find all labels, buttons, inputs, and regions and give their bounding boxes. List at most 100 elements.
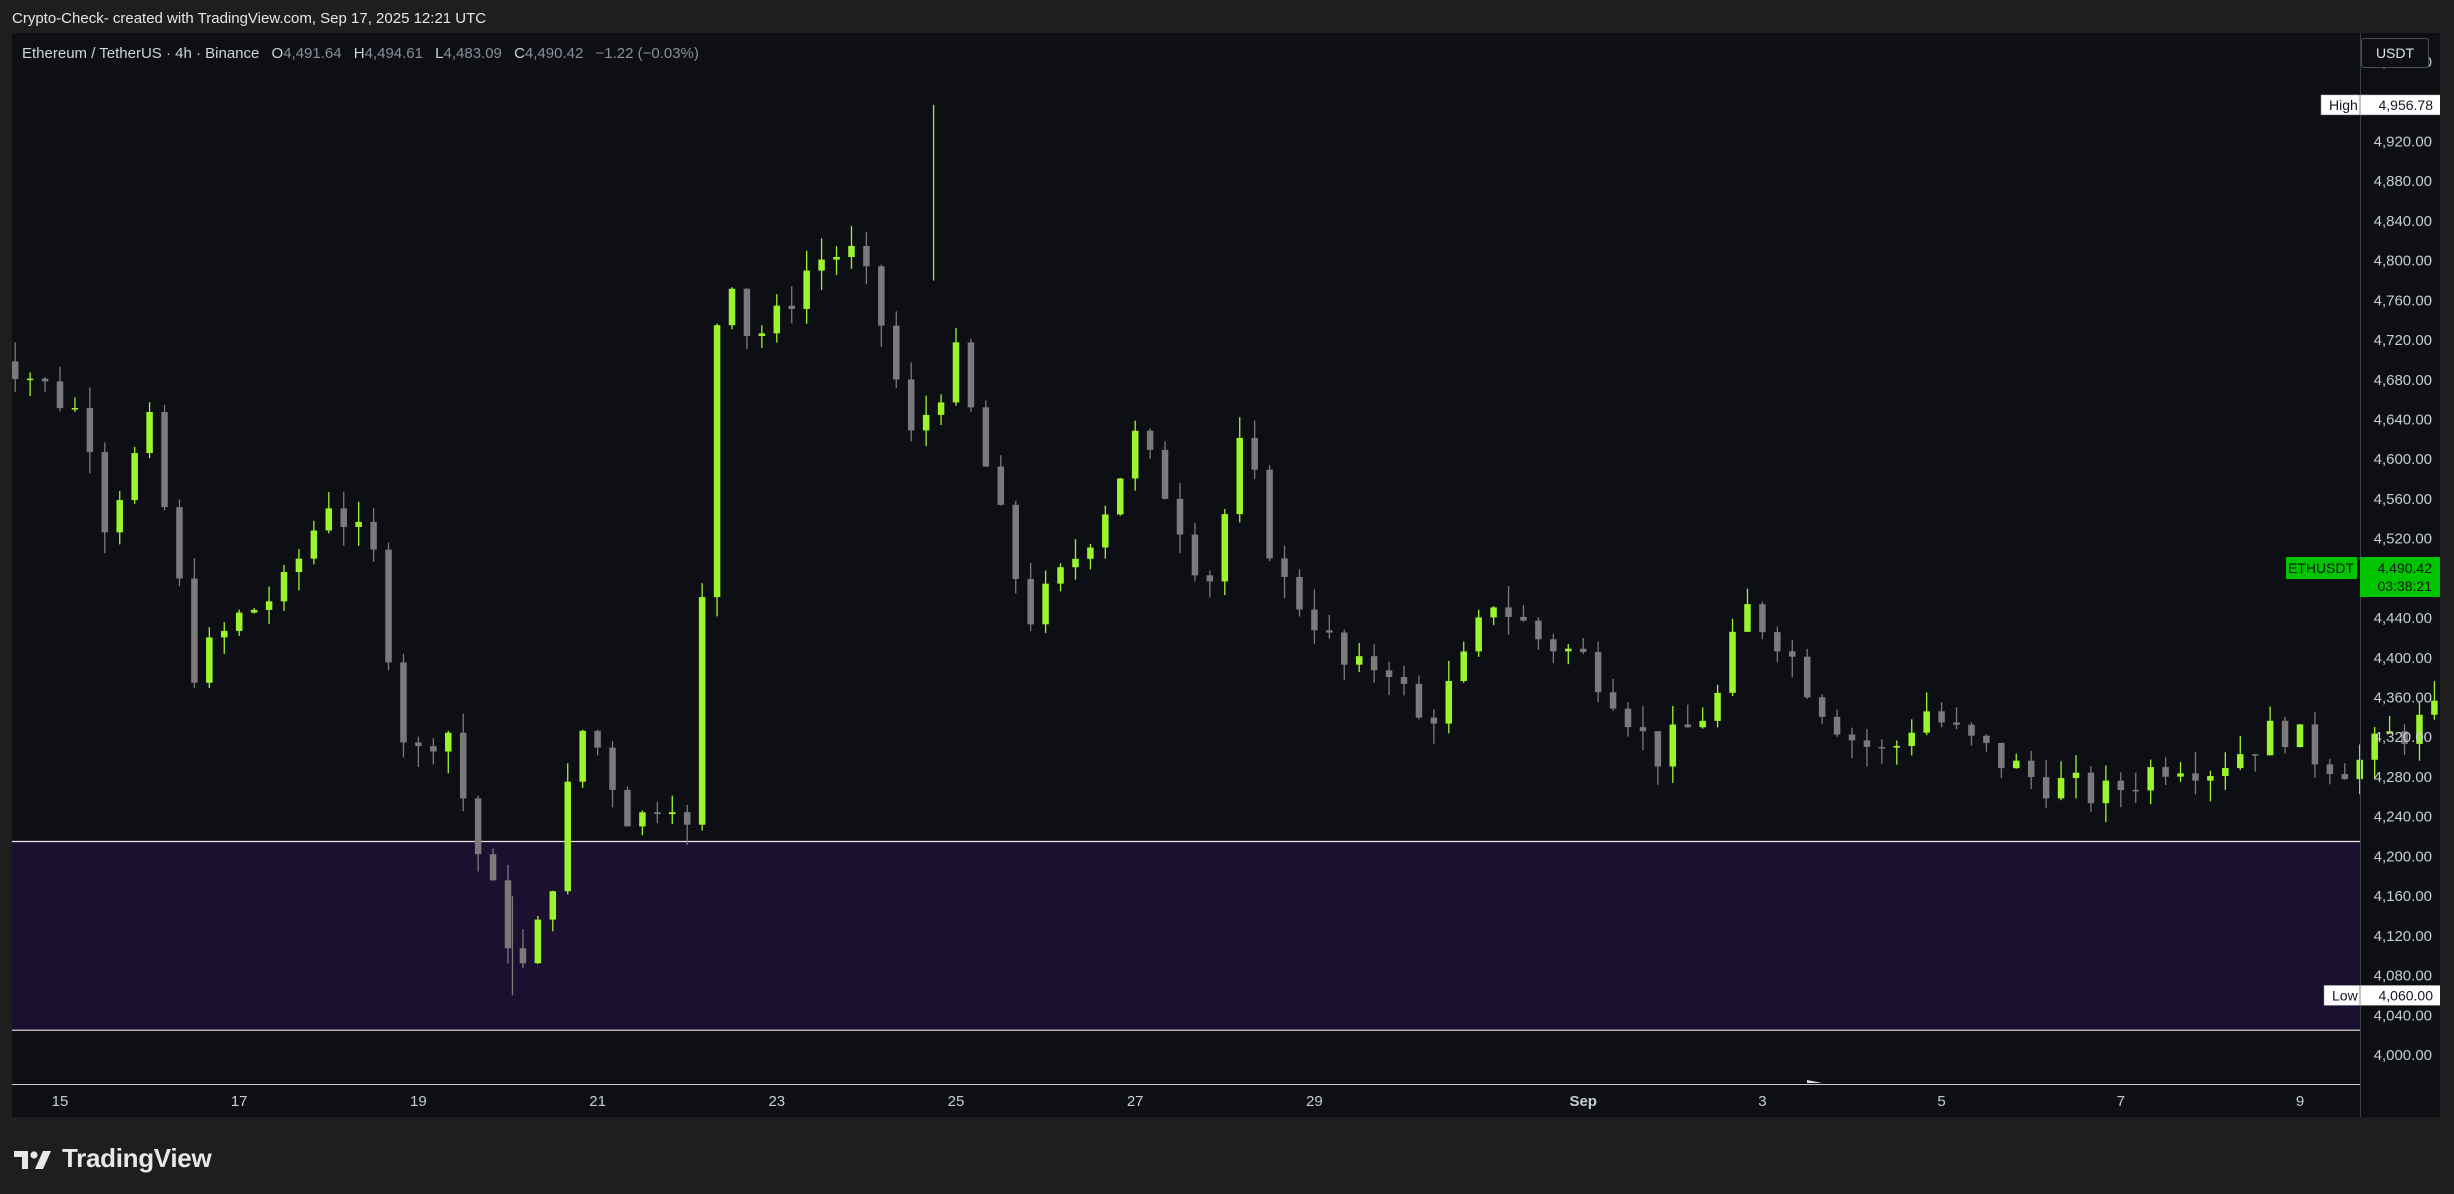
candle-body — [863, 245, 870, 267]
candle-body — [1833, 716, 1841, 735]
candle-body — [1744, 604, 1751, 632]
candle-body — [489, 854, 497, 881]
legend-symbol: Ethereum / TetherUS · 4h · Binance — [22, 45, 260, 62]
candle-body — [2251, 754, 2259, 756]
high-price-tag: High 4,956.78 — [2320, 94, 2440, 116]
price-tick-label: 4,080.00 — [2374, 968, 2432, 985]
candle-body — [191, 578, 198, 683]
candle-body — [1818, 697, 1826, 717]
candle-body — [654, 812, 661, 815]
candle-body — [86, 408, 94, 453]
candle-body — [2237, 754, 2244, 769]
candle-body — [1729, 631, 1736, 693]
price-tick-label: 4,880.00 — [2374, 173, 2432, 190]
candle-body — [967, 342, 975, 408]
candle-body — [101, 452, 109, 533]
candle-body — [1938, 711, 1945, 723]
candle-body — [1012, 504, 1019, 580]
price-tick-label: 4,440.00 — [2374, 610, 2432, 627]
candle-body — [1326, 630, 1333, 633]
candle-body — [1296, 576, 1303, 610]
price-tick-label: 4,320.00 — [2374, 729, 2432, 746]
candle-body — [445, 732, 452, 752]
candle-body — [1520, 616, 1527, 621]
candle-body — [893, 325, 900, 380]
candle-body — [295, 558, 303, 573]
candle-body — [2147, 767, 2154, 791]
candle-body — [937, 402, 945, 415]
candle-body — [1221, 514, 1229, 582]
candle-body — [1684, 724, 1691, 728]
price-tick-label: 4,200.00 — [2374, 848, 2432, 865]
candle-body — [2087, 772, 2095, 804]
candle-body — [1968, 724, 1975, 736]
candle-body — [2072, 772, 2080, 779]
candle-body — [235, 612, 243, 631]
price-tick-label: 4,920.00 — [2374, 133, 2432, 150]
candle-body — [982, 407, 990, 467]
candle-body — [1505, 607, 1512, 617]
price-tick-label: 4,600.00 — [2374, 451, 2432, 468]
candle-body — [12, 361, 19, 379]
candle-body — [385, 549, 392, 663]
candle-body — [1550, 639, 1557, 652]
candle-body — [221, 630, 228, 638]
candle-body — [1490, 607, 1497, 618]
price-tick-label: 4,240.00 — [2374, 809, 2432, 826]
candle-body — [713, 325, 721, 598]
candle-body — [1654, 731, 1662, 767]
candle-body — [1251, 437, 1258, 470]
legend-change: −1.22 (−0.03%) — [595, 45, 699, 62]
time-tick-label: Sep — [1569, 1093, 1597, 1110]
candle-body — [2296, 724, 2304, 748]
candle-body — [1983, 735, 1990, 743]
candle-body — [683, 812, 691, 825]
legend-high-label: H — [353, 45, 365, 62]
current-price-value: 4,490.42 — [2378, 560, 2433, 576]
price-tick-label: 4,360.00 — [2374, 690, 2432, 707]
candle-body — [325, 508, 333, 531]
candle-body — [1460, 651, 1467, 681]
currency-button[interactable]: USDT — [2361, 38, 2429, 68]
candle-body — [1176, 498, 1184, 535]
legend-open-label: O — [271, 45, 284, 62]
candle-body — [788, 305, 795, 309]
candle-body — [609, 747, 616, 790]
low-tag-value: 4,060.00 — [2379, 987, 2434, 1003]
time-tick-label: 15 — [52, 1093, 69, 1110]
price-chart[interactable]: STEEP LOWER HIGHS 5,000.004,960.004,920.… — [12, 33, 2440, 1117]
legend-open-value: 4,491.64 — [283, 45, 342, 62]
candle-body — [56, 381, 64, 409]
candle-body — [922, 414, 930, 431]
candle-body — [504, 880, 512, 949]
candle-body — [1803, 656, 1811, 698]
candle-body — [1759, 604, 1766, 633]
candle-body — [2027, 760, 2035, 778]
candle-body — [519, 948, 527, 964]
candle-body — [1565, 648, 1572, 652]
candle-body — [116, 500, 123, 533]
current-price-tag[interactable]: ETHUSDT 4,490.42 03:38:21 — [2286, 557, 2440, 598]
candle-body — [206, 637, 213, 683]
candle-body — [579, 730, 586, 782]
low-tag-label: Low — [2332, 987, 2359, 1003]
candle-body — [2177, 773, 2184, 777]
tradingview-logo-icon — [14, 1150, 51, 1169]
candle-body — [2042, 777, 2050, 799]
price-tick-label: 4,520.00 — [2374, 531, 2432, 548]
candle-body — [265, 601, 273, 610]
legend-high-value: 4,494.61 — [364, 45, 423, 62]
price-tick-label: 4,760.00 — [2374, 292, 2432, 309]
candle-body — [474, 798, 482, 855]
candle-body — [1027, 579, 1034, 625]
tradingview-logo[interactable]: TradingView — [14, 1143, 212, 1174]
candle-body — [1131, 430, 1139, 479]
candle-body — [1594, 652, 1602, 693]
candle-body — [2192, 773, 2199, 781]
price-tick-label: 4,280.00 — [2374, 769, 2432, 786]
candle-body — [1998, 742, 2005, 769]
chart-caption: Crypto-Check- created with TradingView.c… — [12, 10, 487, 27]
chart-frame[interactable]: STEEP LOWER HIGHS 5,000.004,960.004,920.… — [12, 33, 2440, 1117]
legend-close-label: C — [514, 45, 525, 62]
candle-body — [400, 662, 407, 743]
